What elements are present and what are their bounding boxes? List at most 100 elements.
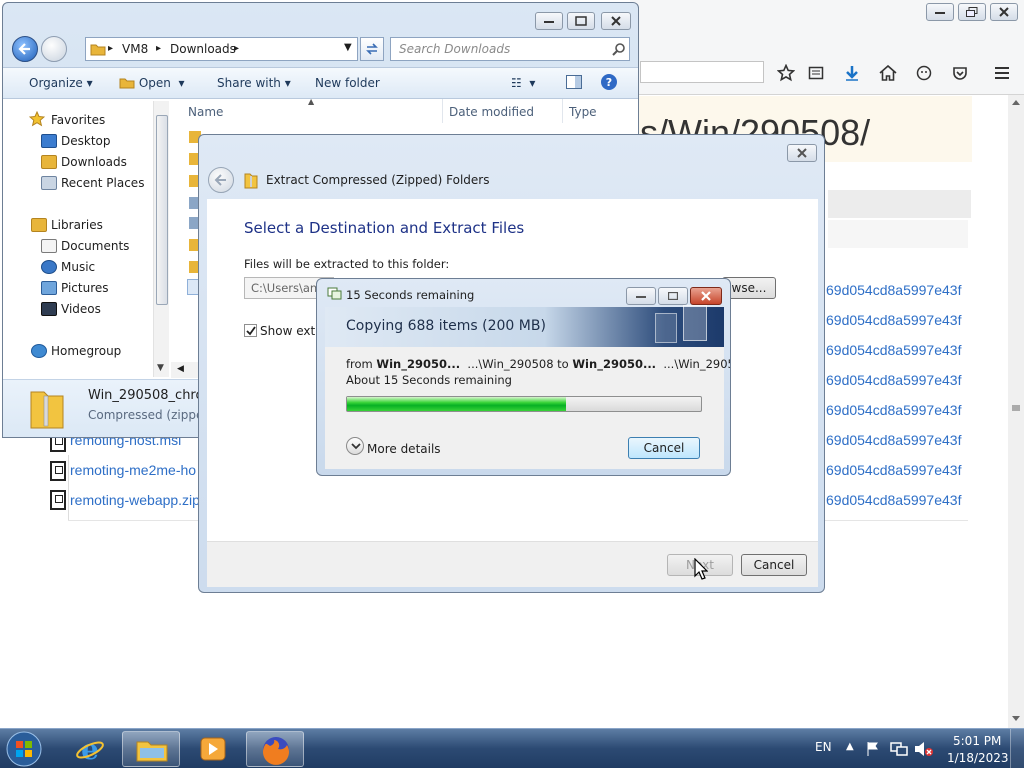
nav-pictures[interactable]: Pictures <box>61 281 109 295</box>
address-dropdown-icon[interactable]: ▼ <box>344 42 352 53</box>
forward-button[interactable] <box>41 36 67 62</box>
internet-explorer-icon: e <box>76 735 104 763</box>
table-header <box>828 190 971 218</box>
hash-link[interactable]: 69d054cd8a5997e43f <box>826 312 968 328</box>
copy-progress-window: 15 Seconds remaining Copying 688 items (… <box>316 278 731 476</box>
taskbar-firefox-button[interactable] <box>246 731 304 767</box>
help-icon[interactable]: ? <box>600 73 618 94</box>
nav-recent-places[interactable]: Recent Places <box>61 176 144 190</box>
refresh-button[interactable] <box>360 37 384 61</box>
homegroup-icon <box>31 344 47 358</box>
page-scrollbar[interactable] <box>1008 95 1024 728</box>
nav-favorites[interactable]: Favorites <box>51 113 105 127</box>
taskbar-ie-button[interactable]: e <box>60 731 118 767</box>
file-link[interactable]: remoting-me2me-ho <box>70 462 198 478</box>
search-icon <box>612 43 625 56</box>
more-details-label[interactable]: More details <box>367 442 441 456</box>
url-bar[interactable] <box>640 61 764 83</box>
action-center-flag-icon[interactable] <box>866 741 880 757</box>
documents-icon <box>41 239 57 253</box>
nav-videos[interactable]: Videos <box>61 302 101 316</box>
browser-minimize-button[interactable] <box>926 3 954 21</box>
preview-pane-icon[interactable] <box>566 75 582 92</box>
nav-scrollbar-thumb[interactable] <box>156 115 168 305</box>
explorer-close-button[interactable] <box>601 12 631 30</box>
progress-maximize-button[interactable] <box>658 287 688 305</box>
menu-hamburger-icon[interactable] <box>990 61 1014 85</box>
taskbar: e EN ▲ 5:01 PM 1/18/2023 <box>0 728 1024 769</box>
clock-date[interactable]: 1/18/2023 <box>947 751 1009 765</box>
nav-scrollbar[interactable]: ▼ <box>153 101 169 377</box>
library-icon[interactable] <box>804 61 828 85</box>
hscroll-left[interactable]: ◀ <box>171 362 201 378</box>
browser-close-button[interactable] <box>990 3 1018 21</box>
pocket-icon[interactable] <box>948 61 972 85</box>
destination-label: Files will be extracted to this folder: <box>244 257 450 271</box>
taskbar-media-player-button[interactable] <box>184 731 242 767</box>
hash-link[interactable]: 69d054cd8a5997e43f <box>826 282 968 298</box>
nav-music[interactable]: Music <box>61 260 95 274</box>
extract-cancel-button[interactable]: Cancel <box>741 554 807 576</box>
explorer-maximize-button[interactable] <box>567 12 595 30</box>
hash-link[interactable]: 69d054cd8a5997e43f <box>826 462 968 478</box>
view-options-icon[interactable]: ☷ ▾ <box>511 76 535 90</box>
file-link[interactable]: remoting-webapp.zip <box>70 492 198 508</box>
downloads-icon[interactable] <box>840 61 864 85</box>
wizard-back-button[interactable] <box>208 167 234 193</box>
pictures-icon <box>41 281 57 295</box>
share-with-button[interactable]: Share with ▾ <box>217 76 291 90</box>
folder-icon <box>90 44 106 56</box>
browser-restore-button[interactable] <box>958 3 986 21</box>
sort-arrow-icon: ▲ <box>308 97 315 106</box>
hash-link[interactable]: 69d054cd8a5997e43f <box>826 402 968 418</box>
back-button[interactable] <box>12 36 38 62</box>
address-bar[interactable]: ▸ VM8 ▸ Downloads ▸ ▼ <box>85 37 358 61</box>
breadcrumb-vm8[interactable]: VM8 <box>122 42 148 56</box>
progress-title: 15 Seconds remaining <box>346 288 475 302</box>
progress-cancel-button[interactable]: Cancel <box>628 437 700 459</box>
favorites-star-icon <box>29 111 45 127</box>
hash-link[interactable]: 69d054cd8a5997e43f <box>826 372 968 388</box>
network-icon[interactable] <box>890 741 908 757</box>
language-indicator[interactable]: EN <box>815 740 832 754</box>
show-files-checkbox[interactable] <box>244 324 257 337</box>
nav-homegroup[interactable]: Homegroup <box>51 344 121 358</box>
volume-muted-icon[interactable] <box>914 741 934 757</box>
breadcrumb-downloads[interactable]: Downloads <box>170 42 236 56</box>
nav-documents[interactable]: Documents <box>61 239 129 253</box>
extract-footer: Next Cancel <box>207 541 818 587</box>
media-player-icon <box>200 737 226 761</box>
copy-source-dest-line: from Win_29050... ...\Win_290508 to Win_… <box>346 357 730 371</box>
start-button[interactable] <box>4 730 44 768</box>
organize-button[interactable]: Organize ▾ <box>29 76 93 90</box>
progress-heading: Copying 688 items (200 MB) <box>346 318 546 334</box>
extract-close-button[interactable] <box>787 144 817 162</box>
nav-downloads[interactable]: Downloads <box>61 155 127 169</box>
column-divider <box>562 99 563 123</box>
col-header-name[interactable]: Name <box>188 105 223 119</box>
explorer-minimize-button[interactable] <box>535 12 563 30</box>
show-desktop-button[interactable] <box>1010 729 1024 769</box>
progress-minimize-button[interactable] <box>626 287 656 305</box>
nav-desktop[interactable]: Desktop <box>61 134 111 148</box>
tray-overflow-icon[interactable]: ▲ <box>846 741 854 752</box>
more-details-toggle[interactable] <box>346 437 364 455</box>
home-icon[interactable] <box>876 61 900 85</box>
col-header-date[interactable]: Date modified <box>449 105 534 119</box>
hash-link[interactable]: 69d054cd8a5997e43f <box>826 432 968 448</box>
copy-icon <box>327 287 342 300</box>
chat-icon[interactable] <box>912 61 936 85</box>
hash-link[interactable]: 69d054cd8a5997e43f <box>826 492 968 508</box>
search-input[interactable]: Search Downloads <box>390 37 630 61</box>
taskbar-explorer-button[interactable] <box>122 731 180 767</box>
progress-close-button[interactable] <box>690 287 722 305</box>
hash-link[interactable]: 69d054cd8a5997e43f <box>826 342 968 358</box>
explorer-folder-icon <box>136 741 168 762</box>
new-folder-button[interactable]: New folder <box>315 76 380 90</box>
bookmark-star-icon[interactable] <box>774 61 798 85</box>
nav-libraries[interactable]: Libraries <box>51 218 103 232</box>
svg-text:?: ? <box>606 76 612 89</box>
col-header-type[interactable]: Type <box>569 105 597 119</box>
clock-time[interactable]: 5:01 PM <box>953 734 1001 748</box>
open-button[interactable]: Open ▾ <box>119 76 185 90</box>
